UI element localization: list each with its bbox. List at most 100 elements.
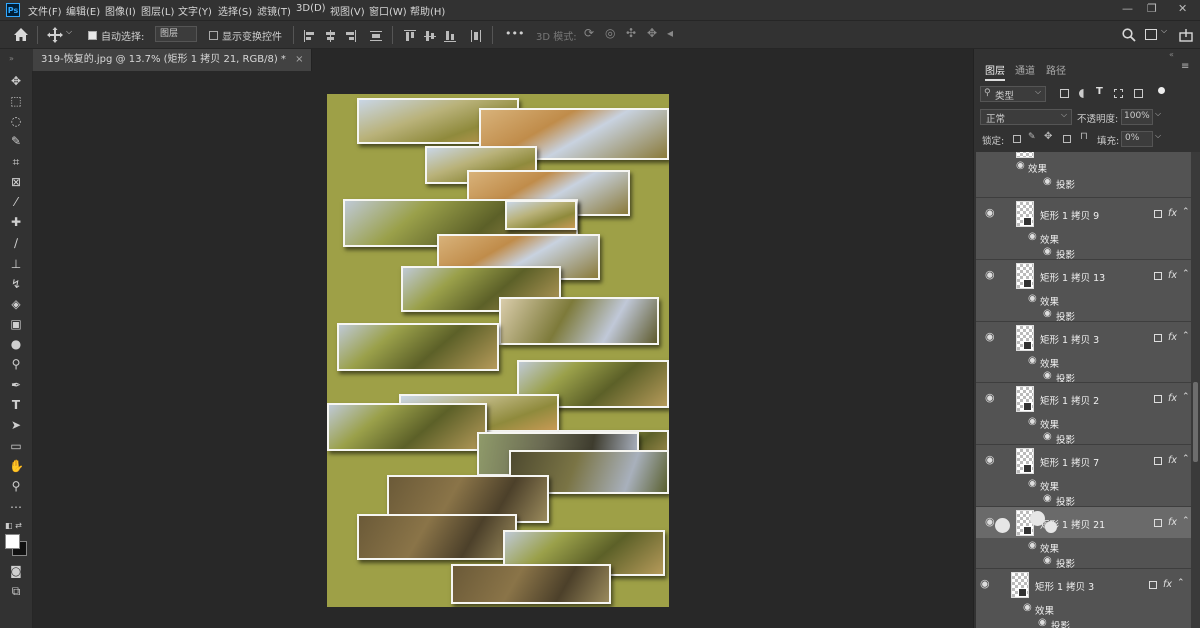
more-options-button[interactable]: ••• [505, 27, 524, 40]
menu-edit[interactable]: 编辑(E) [66, 3, 100, 18]
align-top-icon[interactable] [404, 30, 416, 42]
chevron-up-icon[interactable]: ⌃ [1182, 516, 1190, 526]
eye-icon[interactable]: ◉ [985, 454, 997, 465]
layer-name[interactable]: 矩形 1 拷贝 3 [1035, 579, 1094, 593]
layer-row[interactable]: ◉ 矩形 1 拷贝 9 fx ⌃ [976, 197, 1192, 229]
eye-icon[interactable]: ◉ [985, 392, 997, 403]
fx-icon[interactable]: fx [1168, 517, 1177, 528]
filter-type-icon[interactable]: T [1096, 86, 1103, 97]
auto-select-checkbox[interactable] [88, 31, 97, 40]
menu-filter[interactable]: 滤镜(T) [257, 3, 291, 18]
share-icon[interactable] [1179, 28, 1193, 42]
eye-icon[interactable]: ◉ [1043, 308, 1052, 319]
filter-shape-icon[interactable] [1114, 89, 1123, 98]
chevron-up-icon[interactable]: ⌃ [1182, 331, 1190, 341]
eraser-icon[interactable]: ◈ [9, 297, 23, 311]
document-tab[interactable]: 319-恢复的.jpg @ 13.7% (矩形 1 拷贝 21, RGB/8) … [33, 49, 313, 71]
distribute-horizontal-icon[interactable] [470, 30, 482, 42]
artboard[interactable] [327, 94, 669, 607]
3d-roll-icon[interactable]: ◎ [605, 26, 615, 40]
move-icon[interactable]: ✥ [9, 74, 23, 88]
dodge-icon[interactable]: ⚲ [9, 357, 23, 371]
layer-row[interactable]: ◉ 矩形 1 拷贝 13 fx ⌃ [976, 259, 1192, 291]
effects-row[interactable]: ◉ 效果 [1016, 160, 1047, 175]
screen-mode-icon[interactable]: ⧉ [9, 584, 23, 598]
3d-slide-icon[interactable]: ✥ [647, 26, 657, 40]
eye-icon[interactable]: ◉ [1023, 602, 1032, 613]
brush-icon[interactable]: ∕ [9, 236, 23, 250]
tab-paths[interactable]: 路径 [1046, 62, 1066, 77]
chevron-down-icon[interactable]: ⌵ [1155, 109, 1161, 119]
show-transform-checkbox[interactable] [209, 31, 218, 40]
close-window-button[interactable]: ✕ [1178, 2, 1187, 15]
chevron-up-icon[interactable]: ⌃ [1182, 269, 1190, 279]
effects-row[interactable]: ◉ 效果 [1028, 293, 1059, 308]
fx-icon[interactable]: fx [1168, 393, 1177, 404]
align-bottom-icon[interactable] [444, 30, 456, 42]
minimize-button[interactable]: — [1122, 2, 1133, 15]
menu-image[interactable]: 图像(I) [105, 3, 136, 18]
eye-icon[interactable]: ◉ [1028, 416, 1037, 427]
eye-icon[interactable]: ◉ [1043, 493, 1052, 504]
drop-shadow-row[interactable]: ◉ 投影 [1038, 617, 1070, 628]
maximize-button[interactable]: ❐ [1147, 2, 1157, 15]
align-left-icon[interactable] [304, 30, 316, 42]
layer-row[interactable]: ◉ 矩形 1 拷贝 3 fx ⌃ [976, 321, 1192, 353]
history-brush-icon[interactable]: ↯ [9, 277, 23, 291]
menu-layer[interactable]: 图层(L) [141, 3, 174, 18]
layer-name[interactable]: 矩形 1 拷贝 7 [1040, 455, 1099, 469]
scrollbar-thumb[interactable] [1193, 382, 1198, 462]
chevron-up-icon[interactable]: ⌃ [1182, 207, 1190, 217]
frame-icon[interactable]: ⊠ [9, 175, 23, 189]
default-colors-icon[interactable]: ◧ ⇄ [5, 521, 22, 530]
eye-icon[interactable]: ◉ [1028, 478, 1037, 489]
filter-toggle-icon[interactable] [1158, 87, 1165, 94]
menu-window[interactable]: 窗口(W) [369, 3, 407, 18]
fx-icon[interactable]: fx [1168, 270, 1177, 281]
search-icon[interactable] [1122, 28, 1136, 42]
fx-icon[interactable]: fx [1168, 455, 1177, 466]
more-tools-icon[interactable]: ⋯ [9, 500, 23, 514]
menu-view[interactable]: 视图(V) [330, 3, 365, 18]
panel-menu-icon[interactable]: ≡ [1181, 61, 1189, 72]
blend-mode-dropdown[interactable]: 正常 ⌵ [980, 109, 1072, 125]
tab-layers[interactable]: 图层 [985, 62, 1005, 81]
chevron-up-icon[interactable]: ⌃ [1182, 454, 1190, 464]
quick-select-icon[interactable]: ✎ [9, 134, 23, 148]
hand-icon[interactable]: ✋ [9, 459, 24, 473]
align-center-icon[interactable] [324, 30, 336, 42]
lock-transparency-icon[interactable] [1013, 135, 1021, 143]
drop-shadow-row[interactable]: ◉ 投影 [1043, 176, 1075, 191]
gradient-icon[interactable]: ▣ [9, 317, 23, 331]
menu-select[interactable]: 选择(S) [218, 3, 252, 18]
auto-select-dropdown[interactable]: 图层 [155, 26, 197, 42]
fx-icon[interactable]: fx [1168, 332, 1177, 343]
filter-adjustment-icon[interactable] [1079, 89, 1088, 98]
tab-channels[interactable]: 通道 [1015, 62, 1035, 77]
eye-icon[interactable]: ◉ [1016, 160, 1025, 171]
fx-icon[interactable]: fx [1163, 579, 1172, 590]
lock-pixels-icon[interactable]: ✎ [1028, 132, 1036, 142]
menu-type[interactable]: 文字(Y) [178, 3, 212, 18]
layer-filter-dropdown[interactable]: ⚲ 类型 ⌵ [980, 86, 1046, 102]
eye-icon[interactable]: ◉ [980, 578, 992, 589]
effects-row[interactable]: ◉ 效果 [1028, 355, 1059, 370]
eye-icon[interactable]: ◉ [1043, 431, 1052, 442]
eye-icon[interactable]: ◉ [1043, 246, 1052, 257]
marquee-icon[interactable]: ⬚ [9, 94, 23, 108]
chevron-down-icon[interactable]: ⌵ [1155, 131, 1161, 141]
layer-row[interactable]: ◉ 矩形 1 拷贝 7 fx ⌃ [976, 444, 1192, 476]
menu-help[interactable]: 帮助(H) [410, 3, 445, 18]
eyedropper-icon[interactable]: ⁄ [9, 195, 23, 209]
healing-brush-icon[interactable]: ✚ [9, 215, 23, 229]
crop-icon[interactable]: ⌗ [9, 155, 23, 169]
eye-icon[interactable]: ◉ [1028, 293, 1037, 304]
type-icon[interactable]: T [9, 398, 23, 412]
blur-icon[interactable]: ● [9, 337, 23, 351]
eye-icon[interactable]: ◉ [985, 331, 997, 342]
layer-list-scrollbar[interactable] [1191, 152, 1200, 628]
align-middle-icon[interactable] [424, 30, 436, 42]
home-icon[interactable] [13, 27, 29, 42]
collapse-toolbar-icon[interactable]: » [9, 54, 14, 63]
eye-icon[interactable]: ◉ [1038, 617, 1047, 628]
